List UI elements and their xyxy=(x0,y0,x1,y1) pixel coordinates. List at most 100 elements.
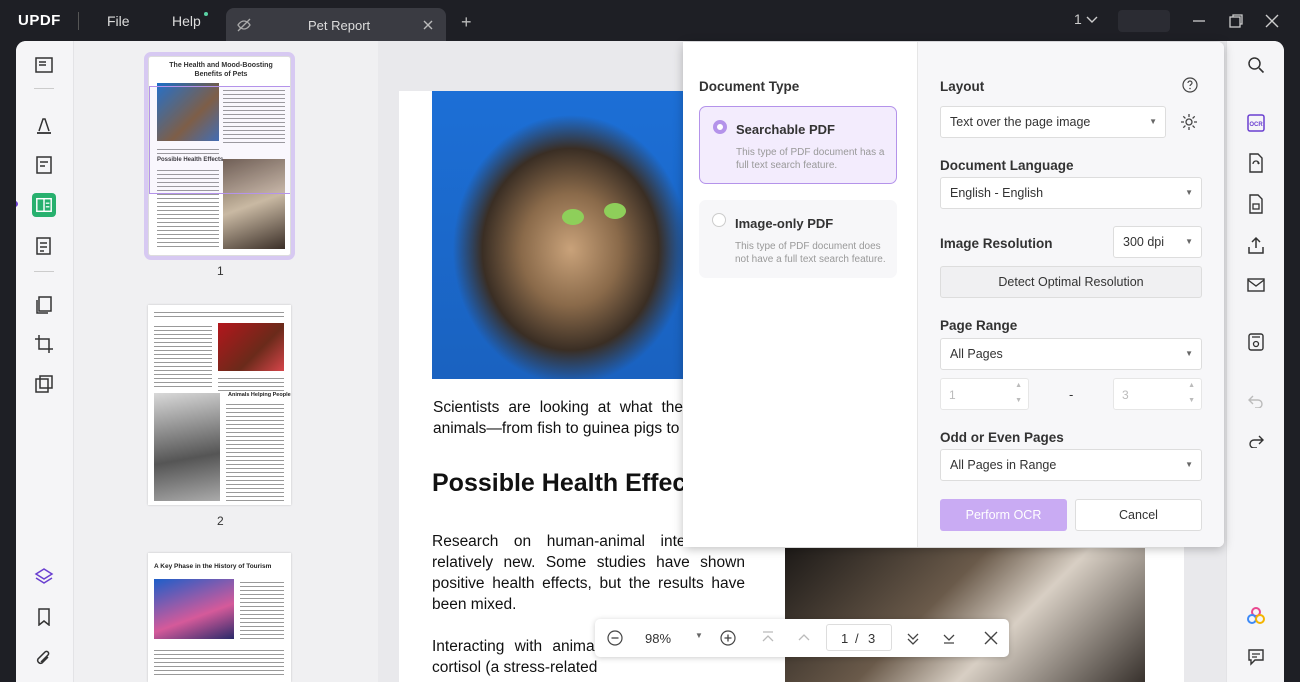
toolbar-divider xyxy=(34,88,54,89)
convert-icon[interactable] xyxy=(1244,151,1268,175)
thumb-viewport-overlay xyxy=(149,86,290,194)
bookmark-icon[interactable] xyxy=(32,605,56,629)
searchable-title: Searchable PDF xyxy=(736,122,835,137)
range-to-input[interactable]: 3 ▲ ▼ xyxy=(1113,378,1202,410)
thumb2-heading: Animals Helping People xyxy=(228,392,291,398)
close-tab-icon[interactable] xyxy=(422,19,434,31)
zoom-level[interactable]: 98% xyxy=(645,631,671,646)
chevron-down-icon xyxy=(1086,16,1098,23)
toolbar-divider xyxy=(34,271,54,272)
ocr-document-type-section: Document Type Searchable PDF This type o… xyxy=(683,42,918,547)
menu-file[interactable]: File xyxy=(107,13,130,29)
ocr-panel: Document Type Searchable PDF This type o… xyxy=(683,42,1224,547)
dog-photo xyxy=(785,548,1145,682)
searchable-description: This type of PDF document has a full tex… xyxy=(736,147,885,171)
ai-assistant-icon[interactable] xyxy=(1244,604,1268,628)
attachment-icon[interactable] xyxy=(32,646,56,670)
language-select[interactable]: English - English ▼ xyxy=(940,177,1202,209)
comment-icon[interactable] xyxy=(32,113,56,137)
page-range-select[interactable]: All Pages ▼ xyxy=(940,338,1202,370)
thumbnail-page-3[interactable]: A Key Phase in the History of Tourism xyxy=(148,553,291,682)
restore-icon[interactable] xyxy=(1229,14,1243,28)
detect-resolution-button[interactable]: Detect Optimal Resolution xyxy=(940,266,1202,298)
cat-photo xyxy=(432,91,684,379)
document-tab[interactable]: Pet Report xyxy=(226,8,446,42)
edit-pdf-icon[interactable] xyxy=(32,153,56,177)
image-only-title: Image-only PDF xyxy=(735,216,834,231)
left-toolbar xyxy=(16,41,74,682)
thumbnail-page-1[interactable]: The Health and Mood-Boosting Benefits of… xyxy=(144,52,295,260)
image-only-description: This type of PDF document does not have … xyxy=(735,241,886,265)
ocr-icon[interactable]: OCR xyxy=(1244,111,1268,135)
language-label: Document Language xyxy=(940,158,1074,173)
save-icon[interactable] xyxy=(1244,330,1268,354)
first-page-icon[interactable] xyxy=(761,631,775,645)
last-page-icon[interactable] xyxy=(942,631,956,645)
perform-ocr-button[interactable]: Perform OCR xyxy=(940,499,1067,531)
page-count-indicator[interactable]: 1 xyxy=(1074,11,1098,27)
title-bar: UPDF File Help Pet Report + 1 xyxy=(0,0,1300,42)
close-window-icon[interactable] xyxy=(1265,14,1279,28)
protect-icon[interactable] xyxy=(1244,192,1268,216)
svg-text:OCR: OCR xyxy=(1249,122,1263,128)
zoom-out-icon[interactable] xyxy=(607,630,623,646)
email-icon[interactable] xyxy=(1244,273,1268,297)
avatar[interactable] xyxy=(1118,10,1170,32)
title-separator xyxy=(78,12,79,30)
prepare-form-icon[interactable] xyxy=(32,193,56,217)
eye-off-icon xyxy=(237,18,251,32)
page-number-field[interactable]: 1 / 3 xyxy=(826,624,892,651)
help-notification-dot xyxy=(204,12,208,16)
current-page: 1 xyxy=(841,631,849,646)
new-tab-button[interactable]: + xyxy=(461,12,472,33)
share-icon[interactable] xyxy=(1244,233,1268,257)
odd-even-select[interactable]: All Pages in Range ▼ xyxy=(940,449,1202,481)
search-icon[interactable] xyxy=(1244,53,1268,77)
doc-paragraph-1: Scientists are looking at what the anima… xyxy=(433,399,683,437)
zoom-toolbar: 98% ▼ 1 / 3 xyxy=(595,619,1009,657)
searchable-pdf-option[interactable]: Searchable PDF This type of PDF document… xyxy=(699,106,897,184)
chat-icon[interactable] xyxy=(1244,645,1268,669)
close-toolbar-icon[interactable] xyxy=(984,631,998,645)
odd-even-label: Odd or Even Pages xyxy=(940,430,1064,445)
next-page-icon[interactable] xyxy=(906,631,920,645)
zoom-in-icon[interactable] xyxy=(720,630,736,646)
resolution-label: Image Resolution xyxy=(940,236,1053,251)
right-toolbar: OCR xyxy=(1226,41,1284,682)
thumb2-image-top xyxy=(218,323,284,371)
crop-pages-icon[interactable] xyxy=(32,332,56,356)
organize-pages-icon[interactable] xyxy=(32,293,56,317)
layers-icon[interactable] xyxy=(32,564,56,588)
layout-select[interactable]: Text over the page image ▼ xyxy=(940,106,1166,138)
tools-icon[interactable] xyxy=(32,372,56,396)
total-pages: 3 xyxy=(868,631,876,646)
gear-icon[interactable] xyxy=(1180,113,1198,131)
range-dash: - xyxy=(1069,387,1074,402)
cancel-button[interactable]: Cancel xyxy=(1075,499,1202,531)
undo-icon[interactable] xyxy=(1244,389,1268,413)
fill-sign-icon[interactable] xyxy=(32,234,56,258)
thumb1-title: The Health and Mood-Boosting Benefits of… xyxy=(169,62,273,78)
thumb1-number: 1 xyxy=(217,264,224,278)
image-only-pdf-option[interactable]: Image-only PDF This type of PDF document… xyxy=(699,200,897,278)
reader-mode-icon[interactable] xyxy=(32,53,56,77)
range-from-input[interactable]: 1 ▲ ▼ xyxy=(940,378,1029,410)
previous-page-icon[interactable] xyxy=(797,631,811,645)
zoom-dropdown-icon[interactable]: ▼ xyxy=(695,631,703,640)
page-separator: / xyxy=(855,631,859,646)
menu-help[interactable]: Help xyxy=(172,13,201,29)
active-indicator xyxy=(16,201,18,207)
page-range-label: Page Range xyxy=(940,318,1018,333)
layout-label: Layout xyxy=(940,79,985,94)
searchable-radio[interactable] xyxy=(713,120,727,134)
thumb2-number: 2 xyxy=(217,514,224,528)
minimize-icon[interactable] xyxy=(1192,14,1206,28)
thumbnail-panel: The Health and Mood-Boosting Benefits of… xyxy=(75,41,378,682)
help-icon[interactable] xyxy=(1182,77,1198,93)
thumbnail-page-2[interactable]: Animals Helping People xyxy=(148,305,291,505)
image-only-radio[interactable] xyxy=(712,213,726,227)
redo-icon[interactable] xyxy=(1244,429,1268,453)
ocr-settings-section: Layout Text over the page image ▼ Documen… xyxy=(918,42,1224,547)
resolution-select[interactable]: 300 dpi ▼ xyxy=(1113,226,1202,258)
thumb2-cat-image xyxy=(154,393,220,501)
